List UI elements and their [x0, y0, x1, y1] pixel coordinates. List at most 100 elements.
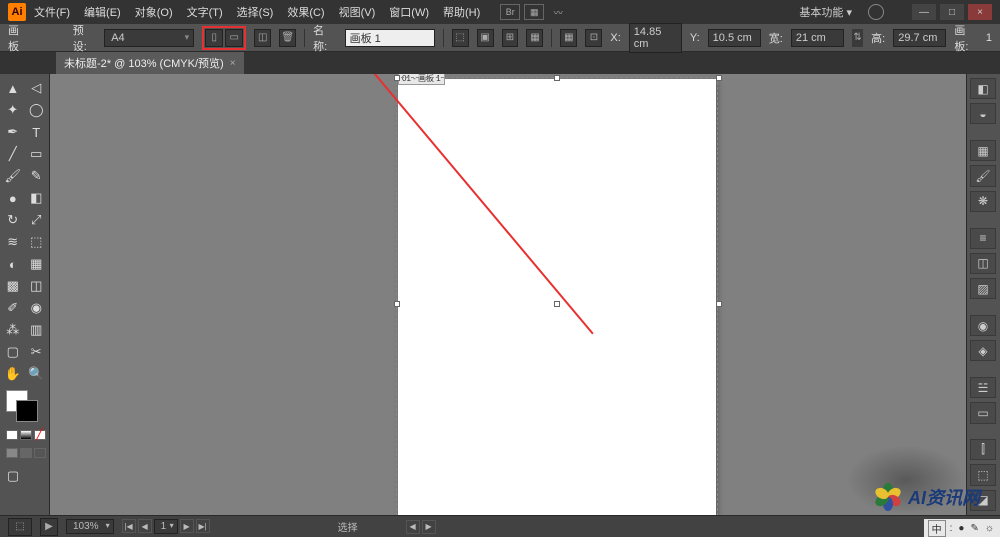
handle-w[interactable]: [394, 301, 400, 307]
artboard-name-input[interactable]: [345, 29, 435, 47]
document-tab[interactable]: 未标题-2* @ 103% (CMYK/预览) ×: [56, 52, 244, 74]
gradient-panel-icon[interactable]: ◫: [970, 253, 996, 274]
menu-edit[interactable]: 编辑(E): [78, 1, 127, 23]
height-input[interactable]: 29.7 cm: [893, 29, 946, 47]
menu-select[interactable]: 选择(S): [231, 1, 280, 23]
stroke-swatch[interactable]: [16, 400, 38, 422]
handle-n[interactable]: [554, 75, 560, 81]
swatches-panel-icon[interactable]: ▦: [970, 140, 996, 161]
maximize-button[interactable]: □: [940, 4, 964, 20]
transparency-panel-icon[interactable]: ▨: [970, 278, 996, 299]
show-cross-icon[interactable]: ⊞: [502, 29, 519, 47]
new-artboard-button[interactable]: ◫: [254, 29, 271, 47]
ime-settings-icon[interactable]: ☼: [983, 523, 996, 534]
ime-language-bar[interactable]: 中 : ● ✎ ☼: [924, 519, 1000, 537]
gpu-icon[interactable]: 〰: [548, 4, 568, 20]
symbol-sprayer-tool[interactable]: ⁂: [2, 320, 24, 340]
selection-tool[interactable]: ▲: [2, 78, 24, 98]
align-panel-icon[interactable]: ⫿: [970, 439, 996, 460]
artboard-nav-dropdown[interactable]: 1: [154, 519, 178, 534]
eraser-tool[interactable]: ◧: [26, 188, 48, 208]
scale-tool[interactable]: ⤢: [26, 210, 48, 230]
search-icon[interactable]: [868, 4, 884, 20]
landscape-orientation-button[interactable]: ▭: [225, 29, 243, 47]
handle-ne[interactable]: [716, 75, 722, 81]
zoom-tool[interactable]: 🔍: [26, 364, 48, 384]
eyedropper-tool[interactable]: ✐: [2, 298, 24, 318]
next-artboard-button[interactable]: ▶: [180, 519, 194, 533]
portrait-orientation-button[interactable]: ▯: [205, 29, 223, 47]
reference-point-icon[interactable]: ▦: [560, 29, 577, 47]
menu-type[interactable]: 文字(T): [181, 1, 229, 23]
link-wh-icon[interactable]: ⇅: [852, 29, 863, 47]
x-input[interactable]: 14.85 cm: [629, 23, 682, 53]
show-safe-icon[interactable]: ▦: [526, 29, 543, 47]
last-artboard-button[interactable]: ▶|: [196, 519, 210, 533]
symbols-panel-icon[interactable]: ❋: [970, 191, 996, 212]
screen-mode-icon[interactable]: ▢: [2, 466, 24, 486]
slice-tool[interactable]: ✂: [26, 342, 48, 362]
artboards-panel-icon[interactable]: ▭: [970, 402, 996, 423]
color-panel-icon[interactable]: ◧: [970, 78, 996, 99]
ime-shape[interactable]: ●: [956, 523, 966, 534]
color-guide-panel-icon[interactable]: ◒: [970, 103, 996, 124]
type-tool[interactable]: T: [26, 122, 48, 142]
none-mode-icon[interactable]: ╱: [34, 430, 46, 440]
preset-dropdown[interactable]: A4: [104, 29, 194, 47]
tab-close-icon[interactable]: ×: [230, 58, 236, 69]
draw-behind-icon[interactable]: [20, 448, 32, 458]
pencil-tool[interactable]: ✎: [26, 166, 48, 186]
graphic-styles-panel-icon[interactable]: ◈: [970, 340, 996, 361]
prev-artboard-button[interactable]: ◀: [138, 519, 152, 533]
hand-tool[interactable]: ✋: [2, 364, 24, 384]
blend-tool[interactable]: ◉: [26, 298, 48, 318]
gradient-mode-icon[interactable]: [20, 430, 32, 440]
menu-view[interactable]: 视图(V): [333, 1, 382, 23]
rectangle-tool[interactable]: ▭: [26, 144, 48, 164]
canvas[interactable]: 01 - 画板 1: [50, 74, 966, 515]
width-input[interactable]: 21 cm: [791, 29, 844, 47]
menu-object[interactable]: 对象(O): [129, 1, 179, 23]
line-tool[interactable]: ╱: [2, 144, 24, 164]
gpu-preview-icon[interactable]: ⬚: [8, 518, 32, 536]
ime-pen-icon[interactable]: ✎: [968, 523, 980, 534]
width-tool[interactable]: ≋: [2, 232, 24, 252]
scroll-right-button[interactable]: ▶: [422, 520, 436, 534]
ime-lang[interactable]: 中: [928, 520, 946, 537]
delete-artboard-button[interactable]: 🗑: [279, 29, 296, 47]
color-mode-icon[interactable]: [6, 430, 18, 440]
menu-file[interactable]: 文件(F): [28, 1, 76, 23]
layers-panel-icon[interactable]: ☱: [970, 377, 996, 398]
menu-window[interactable]: 窗口(W): [383, 1, 435, 23]
minimize-button[interactable]: —: [912, 4, 936, 20]
shape-builder-tool[interactable]: ◐: [2, 254, 24, 274]
workspace-switcher[interactable]: 基本功能 ▾: [791, 2, 860, 22]
lasso-tool[interactable]: ◯: [26, 100, 48, 120]
show-center-icon[interactable]: ▣: [477, 29, 494, 47]
mesh-tool[interactable]: ▩: [2, 276, 24, 296]
rotate-tool[interactable]: ↻: [2, 210, 24, 230]
paintbrush-tool[interactable]: 🖌: [2, 166, 24, 186]
blob-brush-tool[interactable]: ●: [2, 188, 24, 208]
gradient-tool[interactable]: ◫: [26, 276, 48, 296]
direct-selection-tool[interactable]: ◁: [26, 78, 48, 98]
y-input[interactable]: 10.5 cm: [708, 29, 761, 47]
perspective-tool[interactable]: ▦: [26, 254, 48, 274]
appearance-panel-icon[interactable]: ◉: [970, 315, 996, 336]
brushes-panel-icon[interactable]: 🖌: [970, 165, 996, 186]
move-artwork-toggle[interactable]: ⬚: [452, 29, 469, 47]
scroll-left-button[interactable]: ◀: [406, 520, 420, 534]
fill-stroke-swatches[interactable]: [2, 390, 47, 426]
ime-punct[interactable]: :: [948, 523, 955, 534]
close-button[interactable]: ×: [968, 4, 992, 20]
bridge-icon[interactable]: Br: [500, 4, 520, 20]
arrange-documents-icon[interactable]: ▦: [524, 4, 544, 20]
options-icon[interactable]: ⊡: [585, 29, 602, 47]
handle-nw[interactable]: [394, 75, 400, 81]
pen-tool[interactable]: ✒: [2, 122, 24, 142]
handle-e[interactable]: [716, 301, 722, 307]
graph-tool[interactable]: ▥: [26, 320, 48, 340]
normal-draw-icon[interactable]: [6, 448, 18, 458]
menu-help[interactable]: 帮助(H): [437, 1, 486, 23]
stroke-panel-icon[interactable]: ≡: [970, 228, 996, 249]
